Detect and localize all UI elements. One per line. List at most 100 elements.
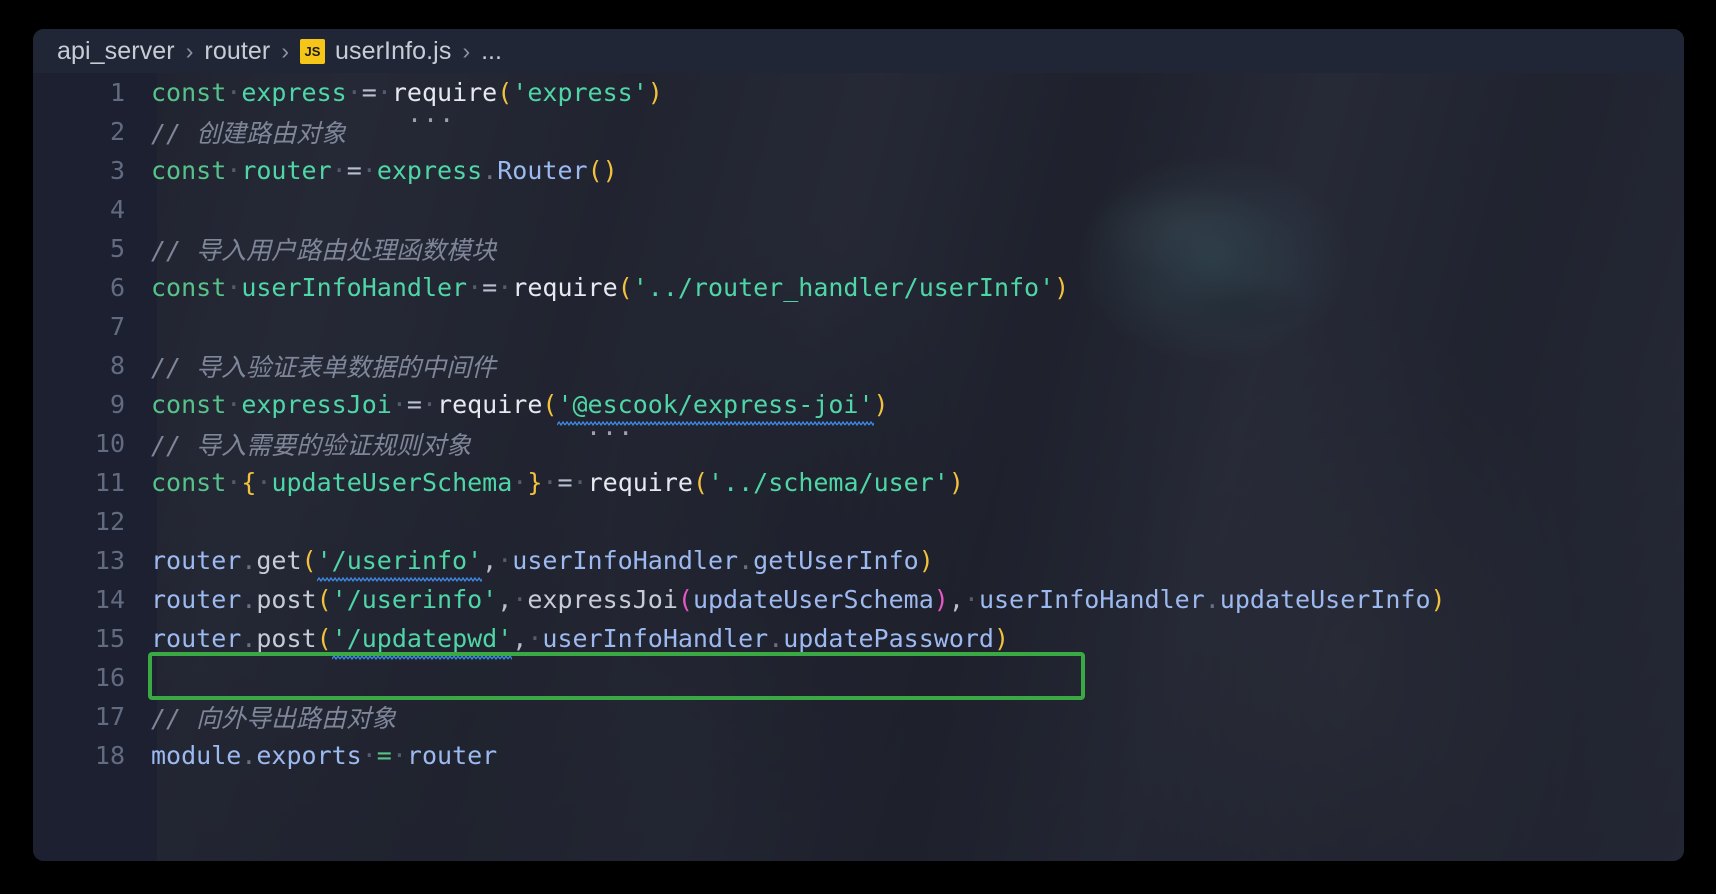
code-line[interactable]: 4 <box>33 190 1684 229</box>
line-number: 18 <box>94 741 125 770</box>
breadcrumb-separator-icon: › <box>462 37 471 64</box>
code-editor-window: api_server › router › JS userInfo.js › .… <box>33 29 1684 861</box>
code-comment: // 导入需要的验证规则对象 <box>151 430 472 460</box>
token-string-updatepwd-route: '/updatepwd' <box>331 624 513 660</box>
token-method-getuserinfo: getUserInfo <box>753 546 919 575</box>
breadcrumb-item-router[interactable]: router <box>204 37 270 66</box>
code-line[interactable]: 12 <box>33 502 1684 541</box>
code-line[interactable]: 18 module.exports=router <box>33 736 1684 775</box>
token-string-router-handler-path: '../router_handler/userInfo' <box>632 273 1055 302</box>
code-line[interactable]: 14 router.post('/userinfo',expressJoi(up… <box>33 580 1684 619</box>
token-method-get: get <box>256 546 302 575</box>
line-number: 14 <box>94 585 125 614</box>
code-line[interactable]: 3 constrouter=express.Router() <box>33 151 1684 190</box>
code-line[interactable]: 7 <box>33 307 1684 346</box>
breadcrumb-overflow-ellipsis[interactable]: ... <box>481 37 502 66</box>
token-variable-userinfohandler: userInfoHandler <box>241 273 468 302</box>
token-object-module: module <box>151 741 242 770</box>
code-comment: // 导入验证表单数据的中间件 <box>151 352 497 382</box>
breadcrumb-item-userinfo-js[interactable]: userInfo.js <box>335 37 451 66</box>
token-property-exports: exports <box>256 741 362 770</box>
token-object-router: router <box>151 546 242 575</box>
token-object-userinfohandler: userInfoHandler <box>542 624 769 653</box>
token-keyword-const: const <box>151 78 227 107</box>
code-line[interactable]: 2 // 创建路由对象 <box>33 112 1684 151</box>
line-number: 16 <box>94 663 125 692</box>
line-number: 11 <box>94 468 125 497</box>
token-keyword-const: const <box>151 390 227 419</box>
token-object-userinfohandler: userInfoHandler <box>512 546 739 575</box>
line-number: 15 <box>94 624 125 653</box>
code-content[interactable]: router.get('/userinfo',userInfoHandler.g… <box>141 546 934 582</box>
breadcrumb-separator-icon: › <box>281 37 289 64</box>
code-line[interactable]: 6 constuserInfoHandler=require('../route… <box>33 268 1684 307</box>
line-number: 8 <box>109 351 125 380</box>
code-content[interactable]: const{updateUserSchema}=require('../sche… <box>141 468 964 497</box>
token-argument-updateuserschema: updateUserSchema <box>692 585 934 614</box>
breadcrumb[interactable]: api_server › router › JS userInfo.js › .… <box>33 29 1684 73</box>
token-keyword-const: const <box>151 468 227 497</box>
code-content[interactable]: constexpressJoi=require('@escook/express… <box>141 390 889 439</box>
code-line-highlighted[interactable]: 15 router.post('/updatepwd',userInfoHand… <box>33 619 1684 660</box>
code-line[interactable]: 11 const{updateUserSchema}=require('../s… <box>33 463 1684 502</box>
code-line[interactable]: 17 // 向外导出路由对象 <box>33 697 1684 736</box>
breadcrumb-separator-icon: › <box>185 37 194 64</box>
token-object-userinfohandler: userInfoHandler <box>978 585 1205 614</box>
breadcrumb-item-api_server[interactable]: api_server <box>57 37 175 66</box>
token-variable-express: express <box>241 78 347 107</box>
token-string-userinfo-route: '/userinfo' <box>331 585 498 614</box>
token-keyword-const: const <box>151 273 227 302</box>
line-number: 9 <box>109 390 125 419</box>
code-content[interactable]: constuserInfoHandler=require('../router_… <box>141 273 1069 302</box>
line-number: 2 <box>109 117 125 146</box>
code-line[interactable]: 9 constexpressJoi=require('@escook/expre… <box>33 385 1684 439</box>
code-comment: // 向外导出路由对象 <box>151 703 397 733</box>
code-content[interactable]: module.exports=router <box>141 741 497 770</box>
token-method-post: post <box>256 585 317 614</box>
token-string-userinfo-route: '/userinfo' <box>316 546 483 582</box>
code-comment: // 创建路由对象 <box>151 118 347 148</box>
line-number: 6 <box>109 273 125 302</box>
line-number: 13 <box>94 546 125 575</box>
line-number: 4 <box>109 195 125 224</box>
code-lines[interactable]: 1 constexpress=require('express')... 2 /… <box>33 73 1684 861</box>
token-object-express: express <box>376 156 483 185</box>
token-keyword-const: const <box>151 156 227 185</box>
token-object-router: router <box>151 585 242 614</box>
code-content[interactable]: router.post('/userinfo',expressJoi(updat… <box>141 585 1446 614</box>
code-line[interactable]: 16 <box>33 658 1684 697</box>
token-method-updateuserinfo: updateUserInfo <box>1219 585 1431 614</box>
token-object-router: router <box>151 624 242 653</box>
token-string-schema-user-path: '../schema/user' <box>708 468 949 497</box>
token-function-require: require <box>587 468 693 497</box>
token-variable-router: router <box>406 741 498 770</box>
token-method-post: post <box>256 624 317 653</box>
token-string-express: 'express' <box>512 78 648 107</box>
token-function-expressjoi: expressJoi <box>527 585 678 614</box>
token-method-router: Router <box>497 156 588 185</box>
code-editor-area[interactable]: 1 constexpress=require('express')... 2 /… <box>33 73 1684 861</box>
code-line[interactable]: 8 // 导入验证表单数据的中间件 <box>33 346 1684 385</box>
line-number: 5 <box>109 234 125 263</box>
line-number: 3 <box>109 156 125 185</box>
code-line[interactable]: 13 router.get('/userinfo',userInfoHandle… <box>33 541 1684 582</box>
line-number: 17 <box>94 702 125 731</box>
code-content[interactable]: router.post('/updatepwd',userInfoHandler… <box>141 624 1009 660</box>
code-content[interactable]: constexpress=require('express')... <box>141 78 663 126</box>
code-line[interactable]: 10 // 导入需要的验证规则对象 <box>33 424 1684 463</box>
code-comment: // 导入用户路由处理函数模块 <box>151 235 497 265</box>
token-function-require: require <box>512 273 618 302</box>
token-variable-router: router <box>241 156 332 185</box>
token-function-require: require <box>437 390 543 419</box>
token-method-updatepassword: updatePassword <box>783 624 994 653</box>
code-content[interactable]: constrouter=express.Router() <box>141 156 618 185</box>
line-number: 10 <box>94 429 125 458</box>
line-number: 1 <box>109 78 125 107</box>
line-number: 12 <box>94 507 125 536</box>
code-line[interactable]: 1 constexpress=require('express')... <box>33 73 1684 126</box>
token-variable-updateuserschema: updateUserSchema <box>271 468 513 497</box>
code-line[interactable]: 5 // 导入用户路由处理函数模块 <box>33 229 1684 268</box>
screenshot-root: api_server › router › JS userInfo.js › .… <box>0 0 1716 894</box>
token-variable-expressjoi: expressJoi <box>241 390 392 419</box>
js-file-icon: JS <box>300 38 325 64</box>
